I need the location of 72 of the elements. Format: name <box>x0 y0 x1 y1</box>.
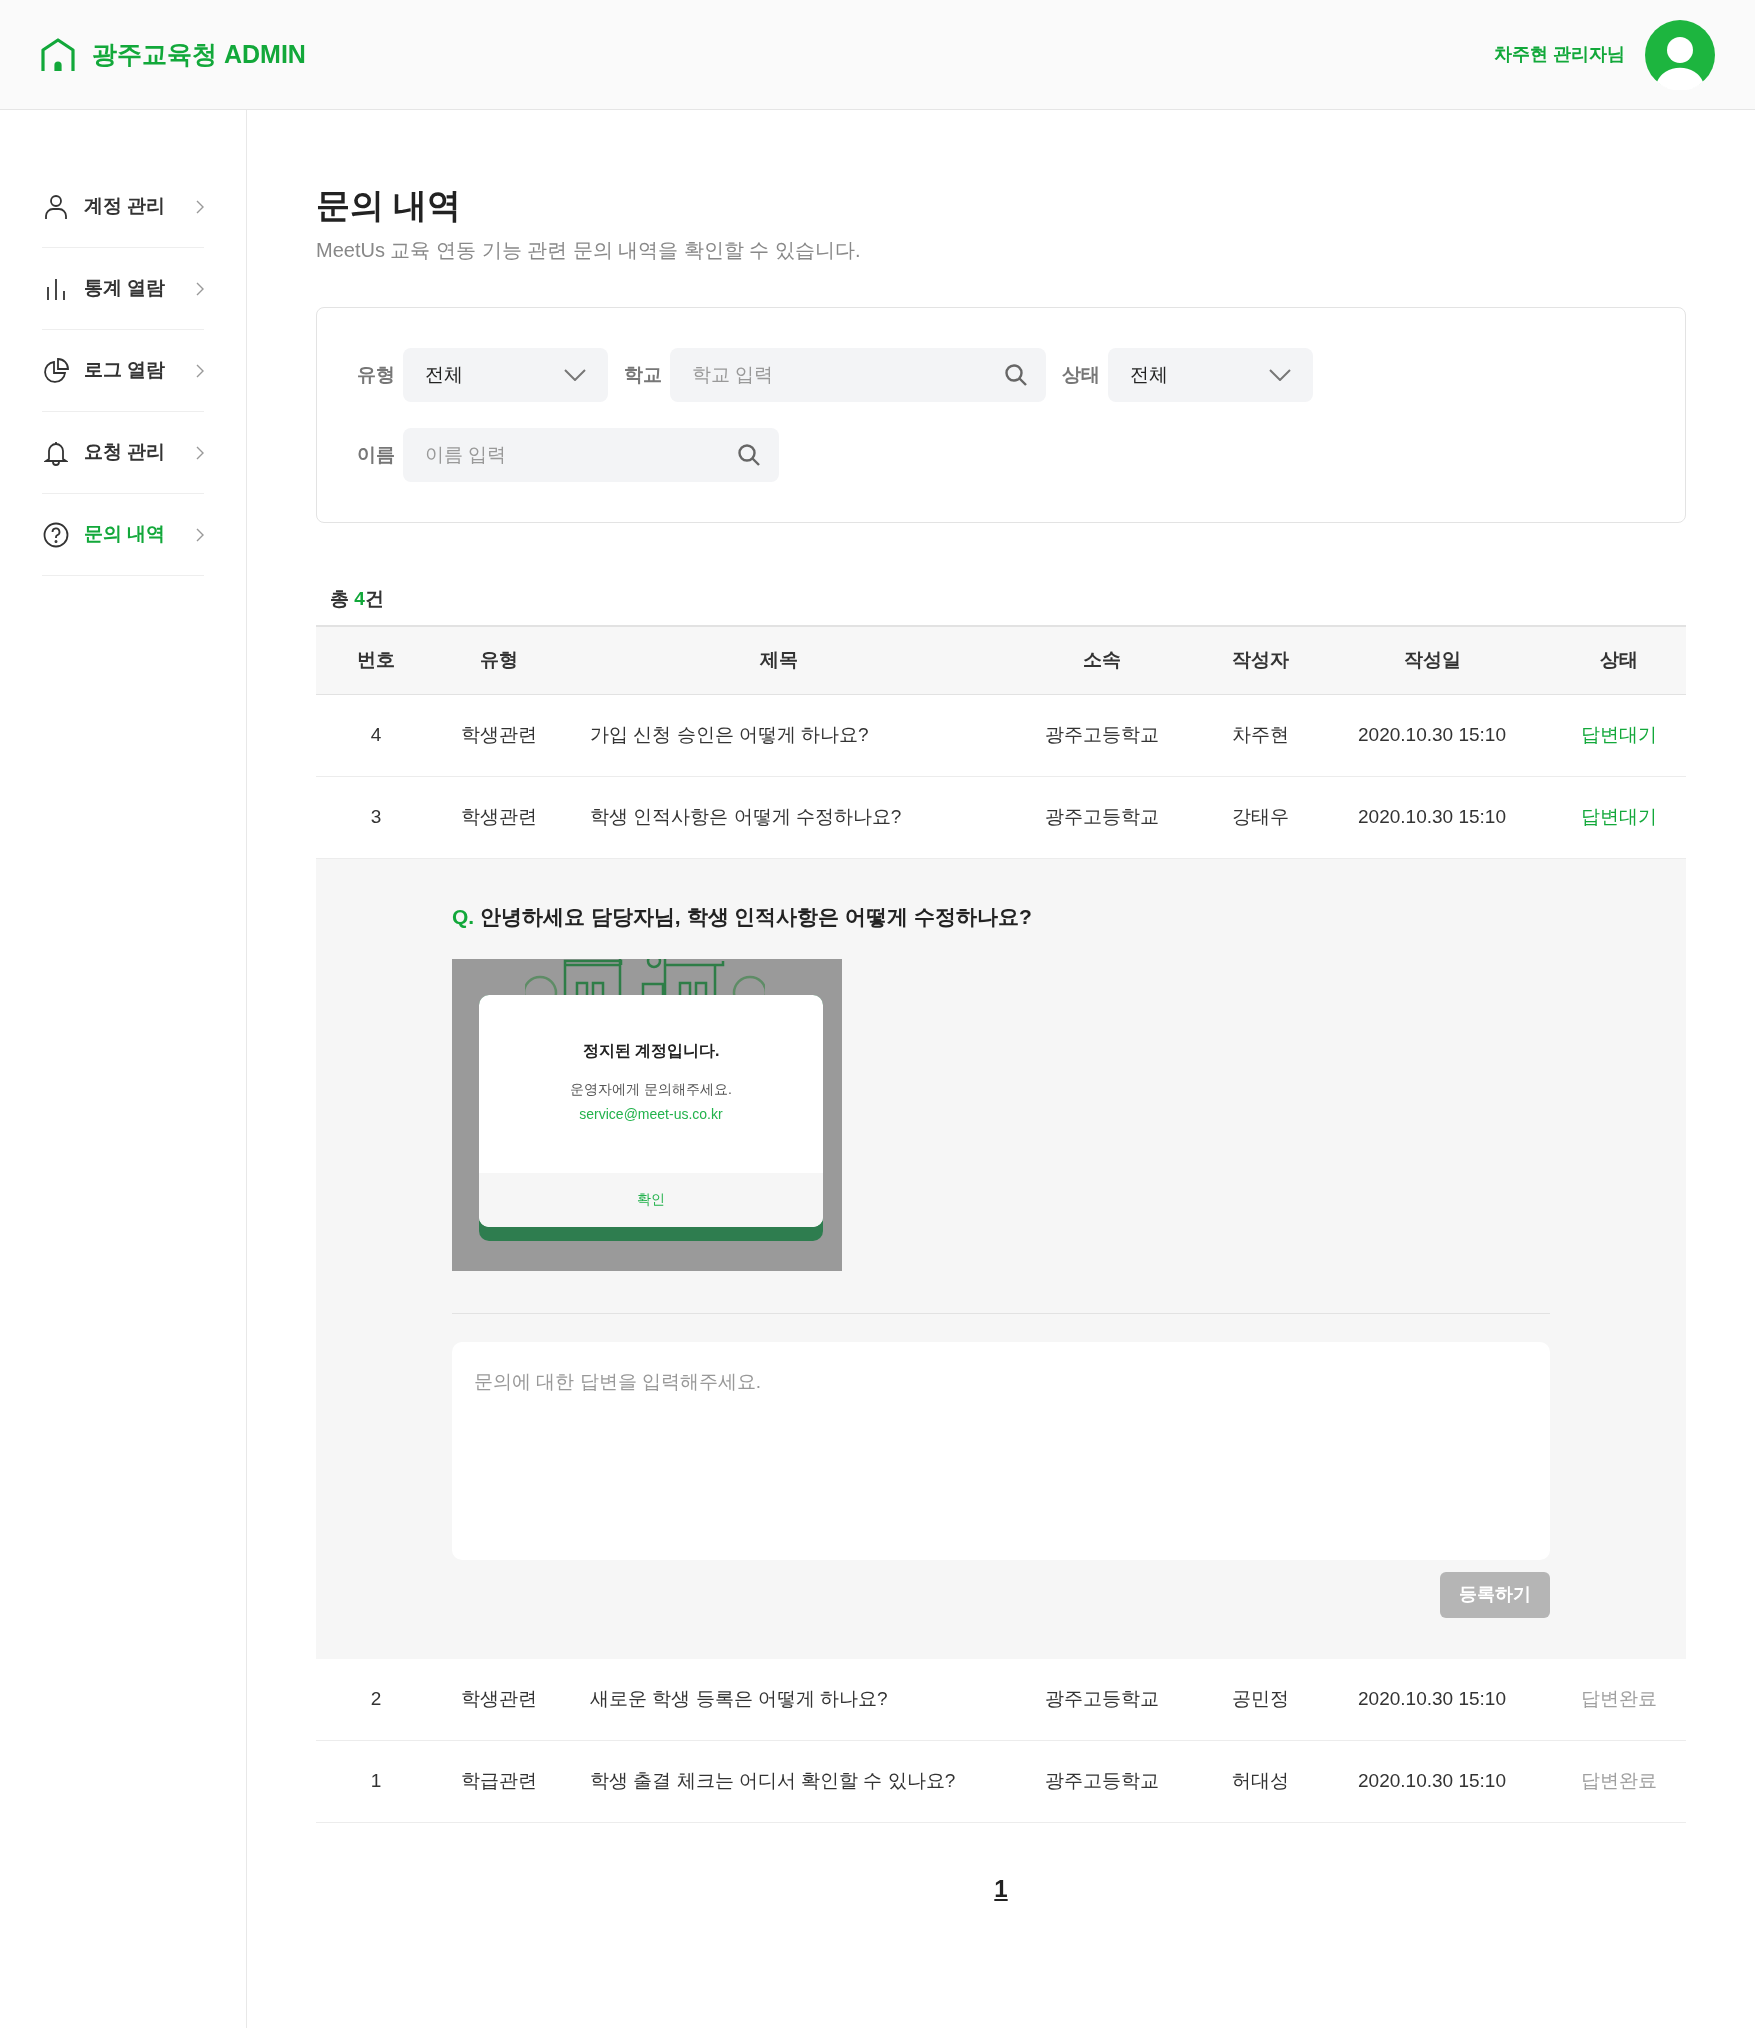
total-count: 총 4건 <box>330 587 385 611</box>
column-header: 유형 <box>480 648 518 673</box>
question-title[interactable]: 학생 인적사항은 어떻게 수정하나요? <box>590 803 902 832</box>
table-cell-text: 학생관련 <box>461 723 537 748</box>
help-icon <box>43 521 69 548</box>
user-name: 차주현 관리자님 <box>1494 43 1625 66</box>
person-icon <box>44 193 68 220</box>
chevron-right-icon <box>196 281 204 296</box>
question-title[interactable]: 새로운 학생 등록은 어떻게 하나요? <box>590 1685 888 1714</box>
status-text: 답변완료 <box>1581 1769 1657 1794</box>
question-title[interactable]: 가입 신청 승인은 어떻게 하나요? <box>590 721 869 750</box>
bell-icon <box>44 439 68 466</box>
filter-label: 유형 <box>357 362 395 387</box>
table-cell-text: 광주고등학교 <box>1045 1769 1159 1794</box>
table-cell-text: 3 <box>370 805 382 830</box>
table-cell-text: 광주고등학교 <box>1045 723 1159 748</box>
table-cell-text: 2020.10.30 15:10 <box>1358 1687 1506 1712</box>
table-cell-text: 학급관련 <box>461 1769 537 1794</box>
dialog-title: 정지된 계정입니다. <box>582 1040 720 1061</box>
chevron-right-icon <box>196 199 204 214</box>
chevron-right-icon <box>196 363 204 378</box>
table-cell-text: 2020.10.30 15:10 <box>1358 1769 1506 1794</box>
table-cell-text: 2 <box>370 1687 382 1712</box>
table-cell-text: 학생관련 <box>461 1687 537 1712</box>
filter-label: 이름 <box>357 442 395 467</box>
table-cell-text: 광주고등학교 <box>1045 1687 1159 1712</box>
column-header: 작성자 <box>1231 648 1289 673</box>
chevron-right-icon <box>196 445 204 460</box>
table-cell-text: 강태우 <box>1231 805 1289 830</box>
search-field[interactable]: 이름 입력 <box>403 428 779 482</box>
home-icon[interactable] <box>40 36 76 73</box>
sidebar-item[interactable]: 계정 관리 <box>42 166 204 248</box>
page-subtitle: MeetUs 교육 연동 기능 관련 문의 내역을 확인할 수 있습니다. <box>316 238 862 263</box>
avatar[interactable] <box>1645 19 1715 90</box>
search-field[interactable]: 학교 입력 <box>670 348 1046 402</box>
column-header: 제목 <box>760 648 798 673</box>
status-text: 답변대기 <box>1581 723 1657 748</box>
table-cell-text: 차주현 <box>1231 723 1289 748</box>
search-icon[interactable] <box>737 443 761 467</box>
chevron-down-icon <box>1269 369 1291 381</box>
column-header: 작성일 <box>1403 648 1461 673</box>
table-cell-text: 2020.10.30 15:10 <box>1358 805 1506 830</box>
status-text: 답변완료 <box>1581 1687 1657 1712</box>
sidebar-item[interactable]: 요청 관리 <box>42 412 204 494</box>
question-title[interactable]: 학생 출결 체크는 어디서 확인할 수 있나요? <box>590 1767 956 1796</box>
pie-chart-icon <box>43 357 69 384</box>
column-header: 번호 <box>357 648 395 673</box>
table-cell-text: 허대성 <box>1231 1769 1289 1794</box>
table-cell-text: 학생관련 <box>461 805 537 830</box>
bar-chart-icon <box>45 276 67 301</box>
filter-label: 상태 <box>1062 362 1100 387</box>
dropdown[interactable]: 전체 <box>403 348 608 402</box>
column-header: 상태 <box>1600 648 1638 673</box>
page-link[interactable]: 1 <box>994 1871 1008 1907</box>
chevron-down-icon <box>564 369 586 381</box>
answer-field[interactable]: 문의에 대한 답변을 입력해주세요. <box>452 1341 1550 1560</box>
dialog-message: 운영자에게 문의해주세요. <box>570 1079 732 1099</box>
column-header: 소속 <box>1083 648 1121 673</box>
search-icon[interactable] <box>1004 363 1028 387</box>
sidebar-item[interactable]: 통계 열람 <box>42 248 204 330</box>
table-cell-text: 광주고등학교 <box>1045 805 1159 830</box>
chevron-right-icon <box>196 527 204 542</box>
question-text: Q. 안녕하세요 담당자님, 학생 인적사항은 어떻게 수정하나요? <box>452 904 1033 930</box>
status-text: 답변대기 <box>1581 805 1657 830</box>
table-cell-text: 2020.10.30 15:10 <box>1358 723 1506 748</box>
table-cell-text: 4 <box>370 723 382 748</box>
page-title: 문의 내역 <box>316 185 463 225</box>
filter-label: 학교 <box>624 362 662 387</box>
sidebar-item[interactable]: 로그 열람 <box>42 330 204 412</box>
table-cell-text: 1 <box>370 1769 382 1794</box>
dropdown[interactable]: 전체 <box>1108 348 1313 402</box>
table-cell-text: 공민정 <box>1231 1687 1289 1712</box>
